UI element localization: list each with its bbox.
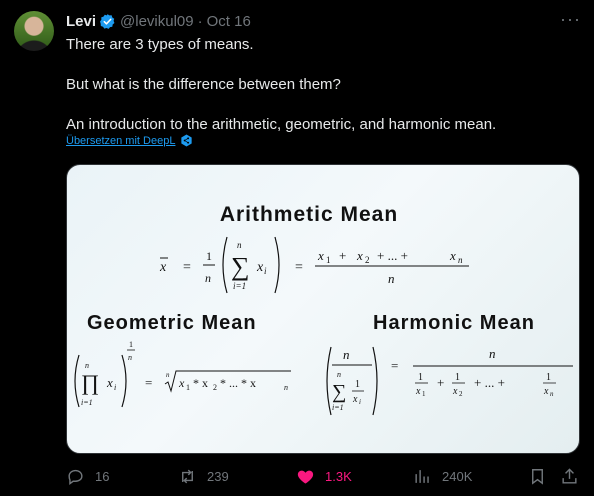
svg-text:2: 2 bbox=[459, 390, 463, 398]
svg-text:=: = bbox=[295, 260, 303, 275]
repost-icon bbox=[182, 469, 193, 483]
svg-text:x: x bbox=[415, 386, 421, 397]
svg-text:1: 1 bbox=[355, 379, 360, 390]
svg-text:+: + bbox=[437, 375, 444, 390]
svg-text:x: x bbox=[356, 248, 363, 263]
views-button[interactable]: 240K bbox=[413, 462, 472, 490]
author-handle[interactable]: @levikul09 bbox=[120, 13, 194, 30]
svg-text:x: x bbox=[159, 260, 167, 275]
repost-count: 239 bbox=[207, 468, 229, 484]
share-icon bbox=[562, 467, 577, 484]
svg-text:=: = bbox=[145, 375, 152, 390]
avatar[interactable] bbox=[14, 11, 54, 51]
svg-text:n: n bbox=[166, 371, 170, 379]
like-count: 1.3K bbox=[325, 468, 352, 484]
svg-text:∑: ∑ bbox=[332, 381, 346, 403]
action-bar: 16 239 1.3K 240K bbox=[0, 462, 594, 490]
post-header: Levi @levikul09 · Oct 16 bbox=[66, 12, 251, 30]
like-button[interactable]: 1.3K bbox=[296, 462, 352, 490]
geometric-title: Geometric Mean bbox=[87, 312, 257, 334]
svg-text:n: n bbox=[237, 240, 242, 250]
svg-text:x: x bbox=[543, 386, 549, 397]
svg-text:x: x bbox=[106, 375, 113, 390]
arithmetic-title: Arithmetic Mean bbox=[220, 203, 398, 226]
heart-icon bbox=[297, 470, 314, 484]
post-date[interactable]: Oct 16 bbox=[207, 13, 251, 30]
post-text-line: There are 3 types of means. bbox=[66, 36, 254, 53]
analytics-icon bbox=[415, 469, 429, 483]
svg-text:n: n bbox=[458, 255, 463, 265]
svg-text:1: 1 bbox=[326, 255, 331, 265]
bookmark-button[interactable] bbox=[528, 462, 557, 490]
svg-text:n: n bbox=[489, 346, 496, 361]
svg-text:1: 1 bbox=[186, 383, 190, 392]
svg-text:∏: ∏ bbox=[81, 370, 99, 395]
verified-badge-icon bbox=[100, 13, 115, 29]
svg-text:i: i bbox=[114, 383, 116, 392]
post-text: There are 3 types of means. But what is … bbox=[66, 35, 566, 135]
translate-link[interactable]: Übersetzen mit DeepL bbox=[66, 134, 193, 147]
bookmark-icon bbox=[532, 468, 543, 485]
share-button[interactable] bbox=[560, 462, 589, 490]
svg-text:x: x bbox=[449, 248, 456, 263]
svg-text:i: i bbox=[264, 266, 267, 276]
translate-label[interactable]: Übersetzen mit DeepL bbox=[66, 135, 175, 147]
more-icon[interactable]: ··· bbox=[560, 10, 581, 28]
svg-text:x: x bbox=[452, 386, 458, 397]
author-name[interactable]: Levi bbox=[66, 13, 96, 30]
svg-text:1: 1 bbox=[418, 372, 423, 383]
geometric-formula: n ∏ i=1 xi 1 n = n x1 * x2 * ... * xn bbox=[74, 340, 291, 408]
svg-text:* x: * x bbox=[193, 376, 208, 390]
separator-dot: · bbox=[197, 12, 203, 30]
svg-text:n: n bbox=[284, 383, 288, 392]
svg-text:=: = bbox=[183, 260, 191, 275]
svg-text:* ... * x: * ... * x bbox=[220, 376, 256, 390]
reply-icon bbox=[68, 469, 83, 485]
svg-text:n: n bbox=[128, 353, 132, 362]
repost-button[interactable]: 239 bbox=[178, 462, 229, 490]
svg-text:=: = bbox=[391, 358, 398, 373]
arithmetic-formula: x = 1 n n ∑ i=1 xi = x1 + x2 + ... + xn … bbox=[159, 236, 469, 294]
svg-text:i=1: i=1 bbox=[81, 398, 93, 407]
harmonic-formula: n n ∑ i=1 1 xi = n 1 x1 + 1 x2 + ... + 1… bbox=[326, 346, 573, 416]
views-count: 240K bbox=[442, 468, 473, 484]
svg-text:n: n bbox=[85, 361, 89, 370]
svg-text:n: n bbox=[388, 271, 395, 286]
svg-text:n: n bbox=[550, 390, 554, 398]
svg-text:+ ... +: + ... + bbox=[377, 248, 408, 263]
svg-text:x: x bbox=[178, 376, 185, 390]
post-image[interactable]: Arithmetic Mean x = 1 n n ∑ i=1 xi = x1 … bbox=[66, 164, 580, 454]
svg-text:i=1: i=1 bbox=[332, 403, 344, 412]
svg-text:n: n bbox=[343, 347, 350, 362]
svg-text:1: 1 bbox=[206, 249, 212, 263]
svg-text:∑: ∑ bbox=[231, 252, 250, 281]
reply-count: 16 bbox=[95, 468, 110, 484]
means-formula-graphic: Arithmetic Mean x = 1 n n ∑ i=1 xi = x1 … bbox=[74, 203, 573, 416]
svg-text:1: 1 bbox=[129, 340, 133, 349]
svg-text:2: 2 bbox=[365, 255, 370, 265]
deepl-icon bbox=[181, 134, 193, 147]
svg-text:x: x bbox=[352, 394, 358, 405]
svg-text:+: + bbox=[339, 248, 346, 263]
post-text-line: But what is the difference between them? bbox=[66, 76, 341, 93]
svg-text:1: 1 bbox=[455, 372, 460, 383]
svg-text:n: n bbox=[337, 370, 341, 379]
svg-text:x: x bbox=[317, 248, 324, 263]
svg-text:1: 1 bbox=[546, 372, 551, 383]
svg-text:n: n bbox=[205, 271, 211, 285]
svg-text:1: 1 bbox=[422, 390, 426, 398]
harmonic-title: Harmonic Mean bbox=[373, 312, 535, 334]
svg-text:i: i bbox=[359, 398, 361, 406]
post-text-line: An introduction to the arithmetic, geome… bbox=[66, 116, 497, 133]
svg-text:x: x bbox=[256, 260, 264, 275]
reply-button[interactable]: 16 bbox=[66, 462, 109, 490]
svg-text:+ ... +: + ... + bbox=[474, 375, 505, 390]
svg-text:2: 2 bbox=[213, 383, 217, 392]
svg-text:i=1: i=1 bbox=[233, 281, 246, 291]
